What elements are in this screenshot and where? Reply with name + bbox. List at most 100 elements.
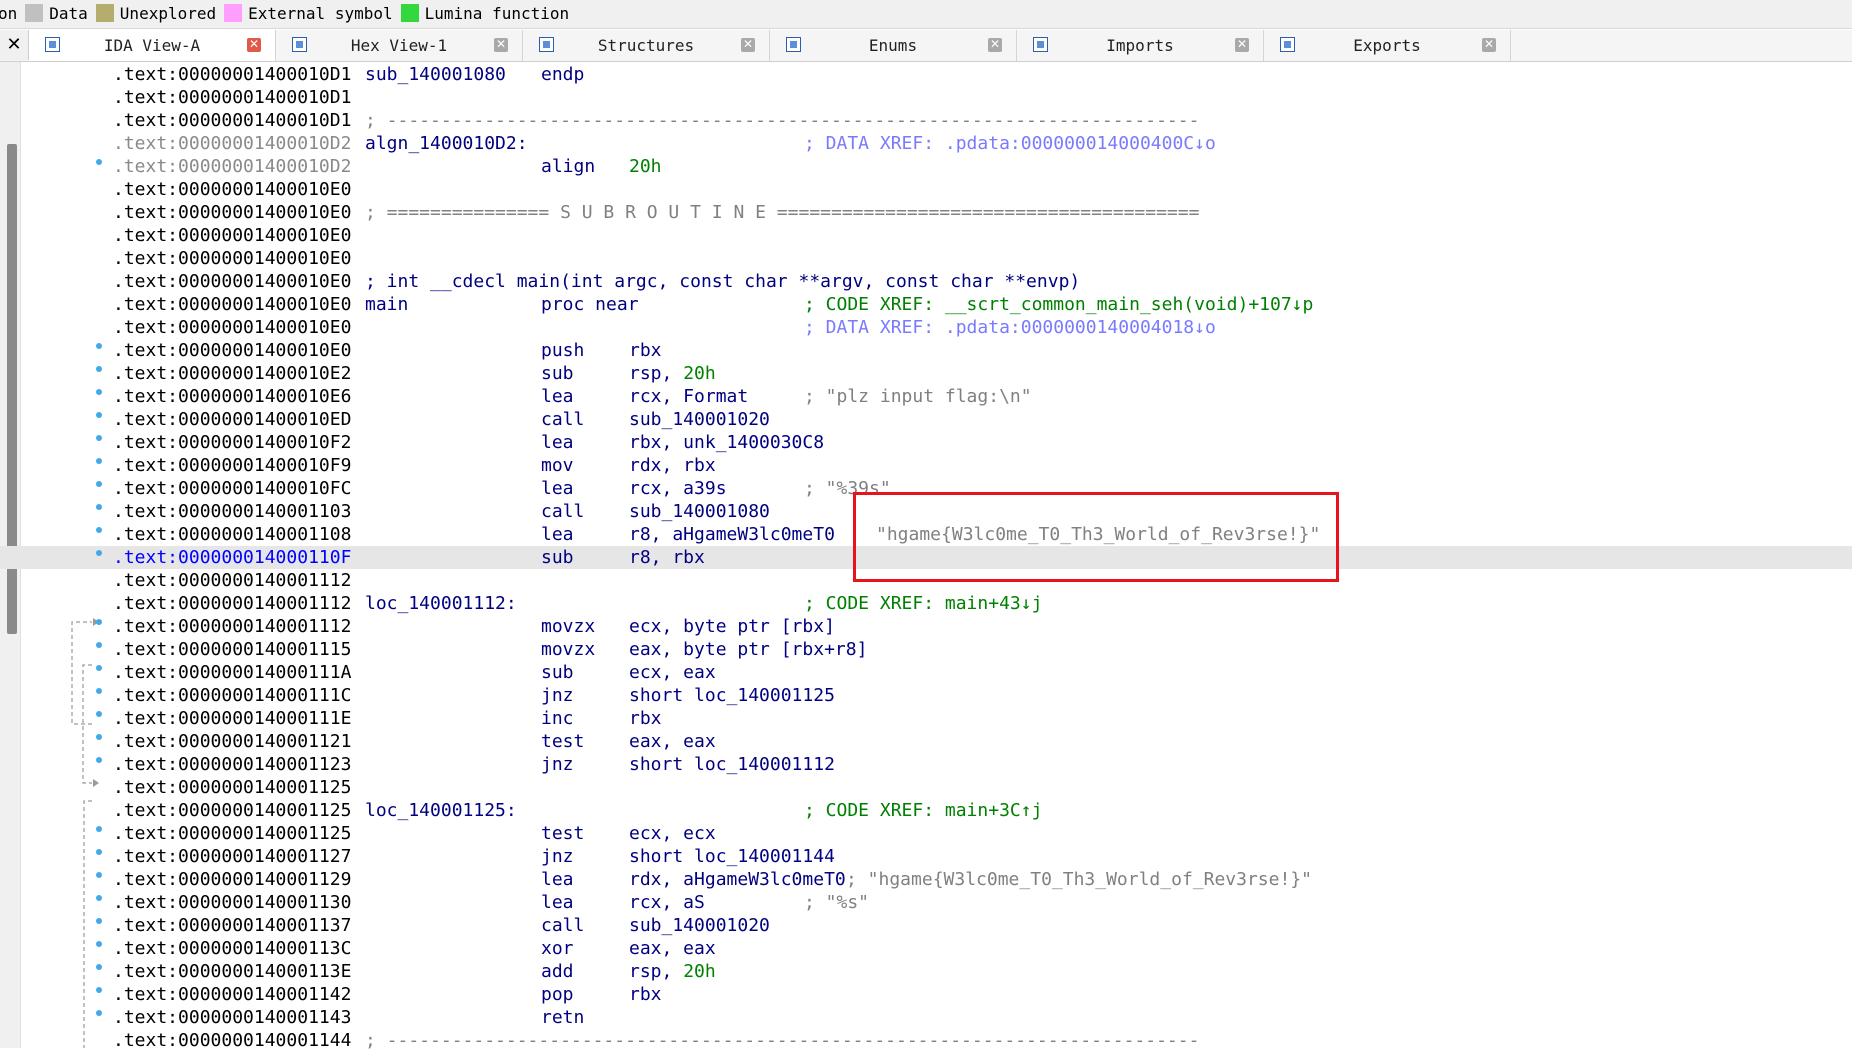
close-tab-icon[interactable]: ✕	[1235, 38, 1249, 52]
breakpoint-dot-icon[interactable]	[96, 504, 102, 510]
mnemonic[interactable]: movzx	[541, 615, 595, 638]
mnemonic[interactable]: mov	[541, 454, 574, 477]
operand[interactable]: rdx, rbx	[629, 454, 716, 477]
mnemonic[interactable]: sub	[541, 546, 574, 569]
listing-row[interactable]: .text:0000000140001125	[0, 776, 1852, 799]
operand[interactable]: r8, rbx	[629, 546, 705, 569]
address[interactable]: .text:0000000140001142	[113, 983, 351, 1006]
listing-row[interactable]: .text:00000001400010E0	[0, 178, 1852, 201]
listing-row[interactable]: .text:0000000140001108 lea r8, aHgameW3lc0…	[0, 523, 1852, 546]
breakpoint-dot-icon[interactable]	[96, 642, 102, 648]
breakpoint-dot-icon[interactable]	[96, 895, 102, 901]
listing-row[interactable]: .text:00000001400010F9 mov rdx, rbx	[0, 454, 1852, 477]
address[interactable]: .text:00000001400010F9	[113, 454, 351, 477]
listing-row[interactable]: .text:000000014000111E inc rbx	[0, 707, 1852, 730]
xref-comment[interactable]: ; CODE XREF: __scrt_common_main_seh(void…	[804, 293, 1313, 316]
address[interactable]: .text:0000000140001127	[113, 845, 351, 868]
tab-enums[interactable]: Enums ✕	[770, 30, 1017, 61]
listing-row[interactable]: .text:00000001400010E0 ; =============== …	[0, 201, 1852, 224]
mnemonic[interactable]: test	[541, 822, 584, 845]
listing-row[interactable]: .text:00000001400010E0 main proc near ; COD…	[0, 293, 1852, 316]
address[interactable]: .text:000000014000111A	[113, 661, 351, 684]
code-label[interactable]: loc_140001112:	[365, 592, 517, 615]
mnemonic[interactable]: align	[541, 155, 595, 178]
tab-ida-view-a[interactable]: IDA View-A ✕	[29, 30, 276, 61]
address[interactable]: .text:00000001400010F2	[113, 431, 351, 454]
address[interactable]: .text:00000001400010E0	[113, 293, 351, 316]
mnemonic[interactable]: jnz	[541, 684, 574, 707]
breakpoint-dot-icon[interactable]	[96, 918, 102, 924]
operand[interactable]: eax, eax	[629, 730, 716, 753]
mnemonic[interactable]: lea	[541, 385, 574, 408]
address[interactable]: .text:00000001400010D2	[113, 155, 351, 178]
mnemonic[interactable]: lea	[541, 477, 574, 500]
listing-row[interactable]: .text:00000001400010FC lea rcx, a39s ; "%39…	[0, 477, 1852, 500]
mnemonic[interactable]: movzx	[541, 638, 595, 661]
address[interactable]: .text:00000001400010D2	[113, 132, 351, 155]
operand[interactable]: sub_140001080	[629, 500, 770, 523]
listing-row[interactable]: .text:0000000140001130 lea rcx, aS ; "%s"	[0, 891, 1852, 914]
code-label[interactable]: algn_1400010D2:	[365, 132, 528, 155]
operand[interactable]: rbx	[629, 983, 662, 1006]
address[interactable]: .text:0000000140001143	[113, 1006, 351, 1029]
listing-row[interactable]: .text:0000000140001112 loc_140001112: ; CO…	[0, 592, 1852, 615]
listing-row[interactable]: .text:00000001400010D1 sub_140001080 endp	[0, 63, 1852, 86]
mnemonic[interactable]: sub	[541, 661, 574, 684]
listing-row[interactable]: .text:0000000140001115 movzx eax, byte ptr…	[0, 638, 1852, 661]
address[interactable]: .text:0000000140001144	[113, 1029, 351, 1052]
address[interactable]: .text:0000000140001108	[113, 523, 351, 546]
address[interactable]: .text:000000014000111E	[113, 707, 351, 730]
operand[interactable]: rbx, unk_1400030C8	[629, 431, 824, 454]
listing-row[interactable]: .text:000000014000111C jnz short loc_14000…	[0, 684, 1852, 707]
breakpoint-dot-icon[interactable]	[96, 435, 102, 441]
address[interactable]: .text:00000001400010E2	[113, 362, 351, 385]
breakpoint-dot-icon[interactable]	[96, 1010, 102, 1016]
close-tab-icon[interactable]: ✕	[988, 38, 1002, 52]
listing-row[interactable]: .text:0000000140001123 jnz short loc_14000…	[0, 753, 1852, 776]
breakpoint-dot-icon[interactable]	[96, 550, 102, 556]
address[interactable]: .text:0000000140001125	[113, 799, 351, 822]
breakpoint-dot-icon[interactable]	[96, 964, 102, 970]
mnemonic[interactable]: sub	[541, 362, 574, 385]
listing-row[interactable]: .text:00000001400010D2 algn_1400010D2: ; D…	[0, 132, 1852, 155]
listing-row[interactable]: .text:00000001400010ED call sub_140001020	[0, 408, 1852, 431]
close-tab-icon[interactable]: ✕	[741, 38, 755, 52]
mnemonic[interactable]: retn	[541, 1006, 584, 1029]
address[interactable]: .text:00000001400010E0	[113, 316, 351, 339]
mnemonic[interactable]: lea	[541, 431, 574, 454]
code-label[interactable]: sub_140001080	[365, 63, 506, 86]
operand[interactable]: short loc_140001144	[629, 845, 835, 868]
breakpoint-dot-icon[interactable]	[96, 987, 102, 993]
mnemonic[interactable]: lea	[541, 868, 574, 891]
listing-row[interactable]: .text:0000000140001144 ; ----------------…	[0, 1029, 1852, 1052]
listing-row[interactable]: .text:0000000140001103 call sub_140001080	[0, 500, 1852, 523]
listing-row[interactable]: .text:00000001400010F2 lea rbx, unk_140003…	[0, 431, 1852, 454]
operand[interactable]: sub_140001020	[629, 408, 770, 431]
operand[interactable]: rbx	[629, 339, 662, 362]
listing-row[interactable]: .text:0000000140001137 call sub_140001020	[0, 914, 1852, 937]
mnemonic[interactable]: lea	[541, 891, 574, 914]
mnemonic[interactable]: jnz	[541, 753, 574, 776]
listing-row[interactable]: .text:00000001400010E6 lea rcx, Format ; "p…	[0, 385, 1852, 408]
tab-hex-view-1[interactable]: Hex View-1 ✕	[276, 30, 523, 61]
operand[interactable]: 20h	[629, 155, 662, 178]
tab-exports[interactable]: Exports ✕	[1264, 30, 1511, 61]
breakpoint-dot-icon[interactable]	[96, 757, 102, 763]
address[interactable]: .text:000000014000111C	[113, 684, 351, 707]
listing-row[interactable]: .text:00000001400010E0 ; int __cdecl main…	[0, 270, 1852, 293]
code-label[interactable]: main	[365, 293, 408, 316]
listing-row[interactable]: .text:00000001400010E0	[0, 247, 1852, 270]
address[interactable]: .text:0000000140001112	[113, 592, 351, 615]
listing-row[interactable]: .text:00000001400010E0 push rbx	[0, 339, 1852, 362]
address[interactable]: .text:00000001400010E0	[113, 247, 351, 270]
operand[interactable]: rcx, Format	[629, 385, 748, 408]
address[interactable]: .text:0000000140001129	[113, 868, 351, 891]
address[interactable]: .text:00000001400010ED	[113, 408, 351, 431]
breakpoint-dot-icon[interactable]	[96, 849, 102, 855]
tab-structures[interactable]: Structures ✕	[523, 30, 770, 61]
breakpoint-dot-icon[interactable]	[96, 366, 102, 372]
mnemonic[interactable]: test	[541, 730, 584, 753]
operand[interactable]: eax, byte ptr [rbx+r8]	[629, 638, 867, 661]
mnemonic[interactable]: call	[541, 408, 584, 431]
address[interactable]: .text:0000000140001130	[113, 891, 351, 914]
